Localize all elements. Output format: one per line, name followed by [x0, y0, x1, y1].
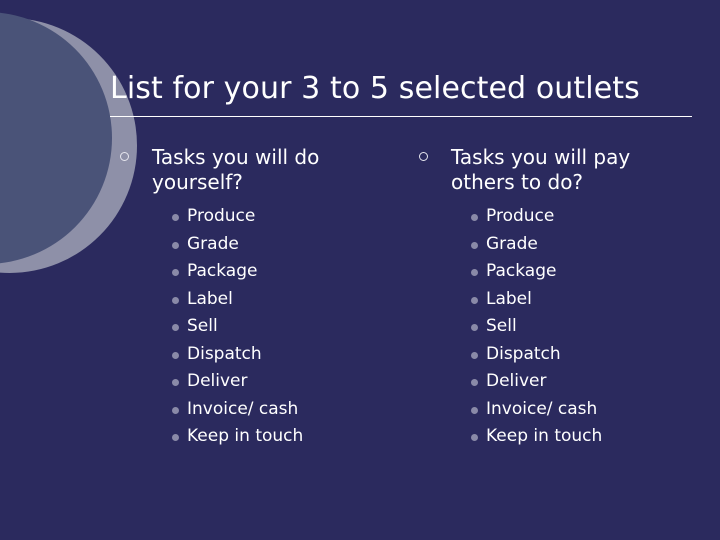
- list-item-label: Package: [187, 261, 258, 281]
- list-item: Deliver: [417, 368, 702, 396]
- column-heading-left-label: Tasks you will do yourself?: [152, 145, 320, 194]
- list-item: Dispatch: [118, 341, 403, 369]
- slide-body: Tasks you will do yourself? Produce Grad…: [0, 145, 720, 451]
- list-item: Dispatch: [417, 341, 702, 369]
- list-item-label: Keep in touch: [187, 426, 304, 446]
- list-item-label: Dispatch: [486, 343, 561, 364]
- filled-circle-bullet-icon: [471, 379, 478, 386]
- filled-circle-bullet-icon: [471, 269, 478, 276]
- list-item: Produce: [417, 203, 702, 231]
- filled-circle-bullet-icon: [471, 241, 478, 249]
- column-heading-right: Tasks you will pay others to do?: [417, 145, 702, 195]
- list-item: Label: [118, 286, 403, 314]
- filled-circle-bullet-icon: [471, 296, 478, 304]
- list-item: Package: [417, 258, 702, 286]
- column-heading-right-label: Tasks you will pay others to do?: [451, 145, 631, 194]
- filled-circle-bullet-icon: [471, 406, 478, 414]
- list-item: Label: [417, 286, 702, 314]
- list-item-label: Produce: [187, 206, 256, 226]
- list-item-label: Keep in touch: [486, 426, 603, 446]
- filled-circle-bullet-icon: [172, 379, 179, 386]
- hollow-circle-bullet-icon: [120, 152, 129, 161]
- list-item-label: Label: [486, 288, 532, 309]
- list-item-label: Produce: [486, 206, 555, 226]
- hollow-circle-bullet-icon: [419, 152, 428, 161]
- list-item: Produce: [118, 203, 403, 231]
- slide-canvas: List for your 3 to 5 selected outlets Ta…: [0, 0, 720, 540]
- list-item-label: Deliver: [486, 371, 547, 391]
- list-item: Sell: [118, 313, 403, 341]
- list-item: Keep in touch: [417, 423, 702, 451]
- list-item: Grade: [118, 231, 403, 259]
- filled-circle-bullet-icon: [172, 351, 179, 359]
- column-heading-left: Tasks you will do yourself?: [118, 145, 403, 195]
- filled-circle-bullet-icon: [172, 214, 179, 221]
- filled-circle-bullet-icon: [172, 406, 179, 414]
- column-left: Tasks you will do yourself? Produce Grad…: [118, 145, 403, 451]
- list-item-label: Sell: [486, 316, 517, 336]
- slide-title: List for your 3 to 5 selected outlets: [110, 71, 640, 106]
- filled-circle-bullet-icon: [172, 324, 179, 331]
- list-item-label: Invoice/ cash: [486, 398, 598, 419]
- filled-circle-bullet-icon: [471, 351, 478, 359]
- task-list-left: Produce Grade Package Label Sell Dispatc…: [118, 203, 403, 451]
- list-item-label: Grade: [486, 233, 538, 254]
- column-right: Tasks you will pay others to do? Produce…: [417, 145, 702, 451]
- list-item: Package: [118, 258, 403, 286]
- list-item: Grade: [417, 231, 702, 259]
- filled-circle-bullet-icon: [172, 241, 179, 249]
- list-item-label: Invoice/ cash: [187, 398, 299, 419]
- list-item-label: Label: [187, 288, 233, 309]
- list-item-label: Package: [486, 261, 557, 281]
- filled-circle-bullet-icon: [172, 269, 179, 276]
- filled-circle-bullet-icon: [471, 434, 478, 441]
- filled-circle-bullet-icon: [471, 214, 478, 221]
- list-item: Sell: [417, 313, 702, 341]
- task-list-right: Produce Grade Package Label Sell Dispatc…: [417, 203, 702, 451]
- list-item-label: Sell: [187, 316, 218, 336]
- filled-circle-bullet-icon: [172, 296, 179, 304]
- list-item: Keep in touch: [118, 423, 403, 451]
- filled-circle-bullet-icon: [172, 434, 179, 441]
- list-item-label: Deliver: [187, 371, 248, 391]
- title-divider: [110, 116, 692, 117]
- list-item: Invoice/ cash: [417, 396, 702, 424]
- list-item-label: Dispatch: [187, 343, 262, 364]
- list-item: Invoice/ cash: [118, 396, 403, 424]
- list-item-label: Grade: [187, 233, 239, 254]
- list-item: Deliver: [118, 368, 403, 396]
- filled-circle-bullet-icon: [471, 324, 478, 331]
